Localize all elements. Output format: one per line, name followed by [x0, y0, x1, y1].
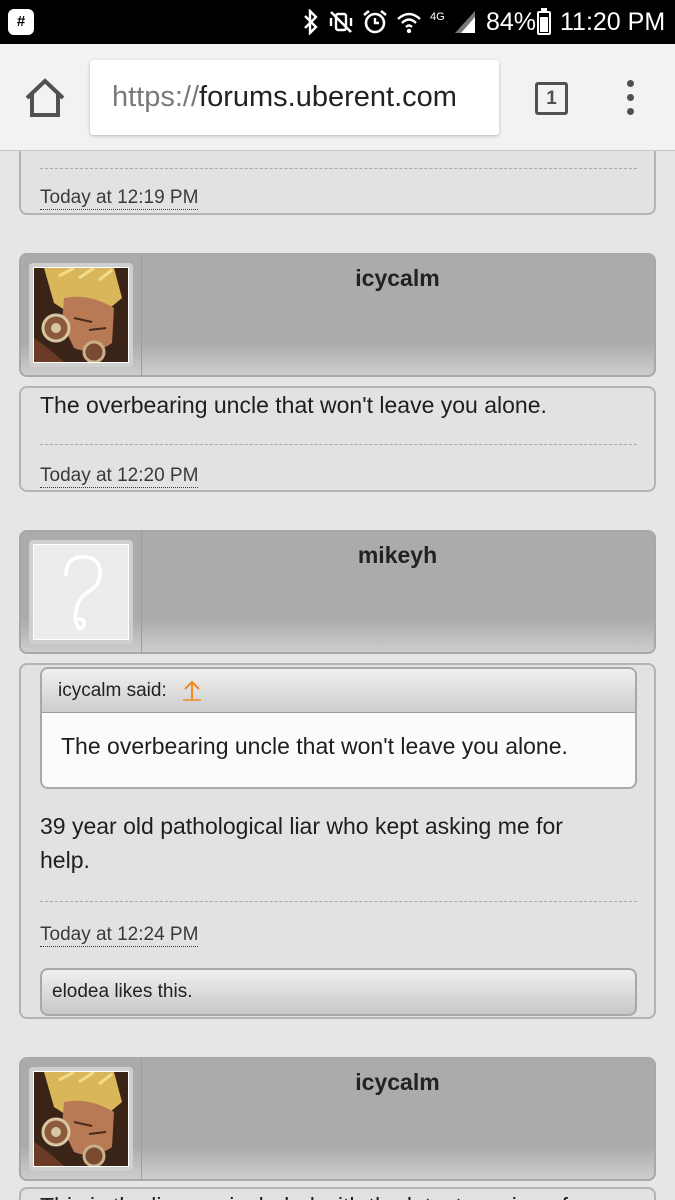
message-body: The overbearing uncle that won't leave y… [19, 386, 656, 492]
likes-text[interactable]: elodea likes this. [52, 970, 192, 1014]
message-text: 39 year old pathological liar who kept a… [40, 813, 563, 839]
status-icons: 4G [302, 8, 477, 36]
user-header: mikeyh [19, 530, 656, 654]
avatar-frame[interactable] [29, 1067, 133, 1171]
likes-summary: elodea likes this. [40, 968, 637, 1016]
message-body: Today at 12:19 PM [19, 151, 656, 215]
browser-toolbar: https://forums.uberent.com 1 [0, 44, 675, 151]
tab-switcher-button[interactable]: 1 [535, 82, 568, 115]
signal-icon [454, 11, 475, 33]
message-divider [40, 901, 637, 902]
question-mark-icon [64, 555, 102, 631]
battery-fill [540, 16, 548, 32]
quote-header: icycalm said: [42, 669, 635, 713]
user-header: icycalm [19, 253, 656, 377]
thread-content: Today at 12:19 PM icycalm The overbearin… [0, 151, 675, 1200]
username[interactable]: icycalm [141, 265, 654, 292]
quote-block: icycalm said: The overbearing uncle that… [40, 667, 637, 789]
avatar [33, 267, 129, 363]
message-text: help. [40, 847, 90, 873]
character-avatar-icon [34, 1072, 128, 1166]
message-divider [40, 444, 637, 445]
message-divider [40, 168, 637, 169]
post-date-link[interactable]: Today at 12:24 PM [40, 924, 199, 947]
app-notification-icon: # [8, 9, 34, 35]
user-header: icycalm [19, 1057, 656, 1181]
clock: 11:20 PM [560, 8, 666, 36]
overflow-menu-button[interactable] [620, 78, 642, 118]
quote-author: icycalm said: [58, 680, 167, 701]
avatar [33, 544, 129, 640]
battery-percent: 84% [486, 8, 537, 36]
character-avatar-icon [34, 268, 128, 362]
message-body: icycalm said: The overbearing uncle that… [19, 663, 656, 1019]
bluetooth-icon [304, 9, 318, 35]
vibrate-mute-icon [329, 11, 353, 33]
arrow-up-icon[interactable] [182, 679, 202, 701]
home-button[interactable] [22, 77, 68, 119]
username[interactable]: icycalm [141, 1069, 654, 1096]
username[interactable]: mikeyh [141, 542, 654, 569]
menu-dot-icon [627, 80, 634, 87]
battery-icon [537, 8, 551, 35]
message-body: This is the line we included with the la… [19, 1187, 656, 1200]
network-4g-icon: 4G [430, 11, 445, 23]
message-text: This is the line we included with the la… [40, 1189, 568, 1200]
avatar-frame[interactable] [29, 540, 133, 644]
avatar [33, 1071, 129, 1167]
post-date-link[interactable]: Today at 12:19 PM [40, 187, 199, 210]
quote-text: The overbearing uncle that won't leave y… [61, 733, 568, 759]
url-host: forums.uberent.com [199, 81, 457, 113]
home-icon [25, 78, 65, 117]
alarm-icon [363, 9, 387, 34]
avatar-frame[interactable] [29, 263, 133, 367]
post-date-link[interactable]: Today at 12:20 PM [40, 465, 199, 488]
wifi-icon [397, 12, 421, 34]
menu-dot-icon [627, 108, 634, 115]
url-scheme: https:// [112, 81, 200, 113]
status-bar: # 4G 84% 11:20 PM [0, 0, 675, 44]
menu-dot-icon [627, 94, 634, 101]
message-text: The overbearing uncle that won't leave y… [40, 392, 547, 418]
url-bar[interactable]: https://forums.uberent.com [90, 60, 499, 135]
